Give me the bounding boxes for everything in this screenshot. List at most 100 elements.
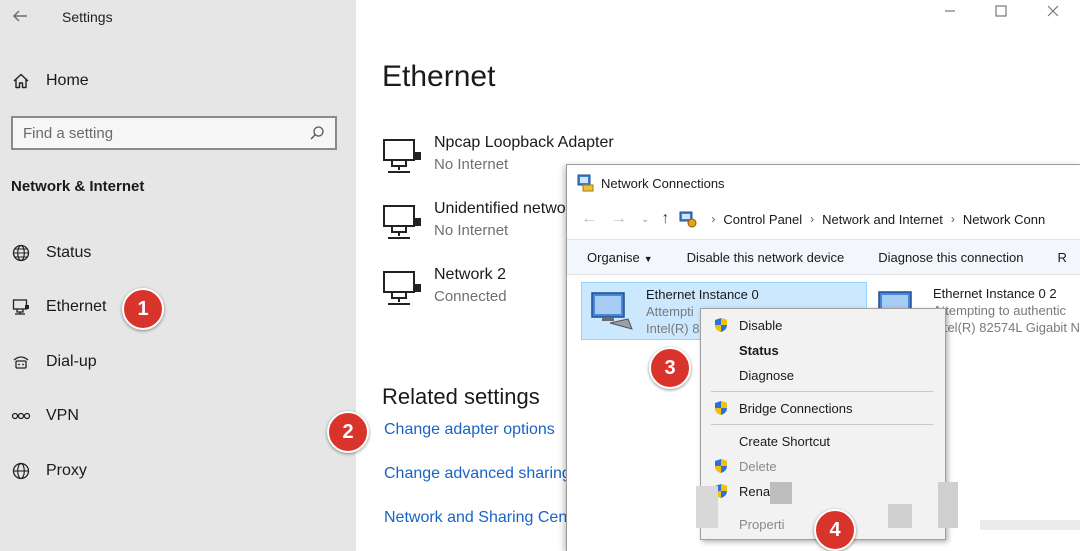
section-title: Network & Internet (11, 178, 145, 195)
network-connections-icon (577, 174, 595, 192)
nav-item-label: Proxy (46, 462, 87, 479)
adapter-name: Network 2 (434, 266, 507, 283)
menu-item-label: Rena (739, 483, 771, 499)
pixelation-block (696, 486, 718, 528)
adapter-status: No Internet (434, 222, 509, 239)
callout-badge-2: 2 (327, 411, 369, 453)
nc-window-title: Network Connections (601, 175, 725, 191)
uac-shield-icon (713, 458, 729, 474)
nav-item-label: Dial-up (46, 353, 97, 370)
caret-down-icon: ▼ (643, 253, 653, 264)
menu-item-bridge-connections[interactable]: Bridge Connections (701, 397, 945, 419)
nav-home-label: Home (46, 72, 89, 89)
home-icon (10, 70, 32, 92)
nav-up-icon[interactable]: ↑ (661, 210, 669, 228)
back-arrow-icon[interactable] (10, 6, 30, 26)
breadcrumb-control-panel[interactable]: Control Panel (723, 212, 802, 227)
uac-shield-icon (713, 400, 729, 416)
nav-home[interactable]: Home (10, 68, 89, 94)
close-button[interactable] (1043, 4, 1063, 24)
connection-status: Attempting to authentic (933, 303, 1066, 318)
organise-button[interactable]: Organise ▼ (587, 250, 653, 265)
diagnose-connection-button[interactable]: Diagnose this connection (878, 250, 1023, 265)
control-panel-icon (679, 210, 697, 228)
nc-address-bar: ← → ⌄ ↑ › Control Panel › Network and In… (567, 201, 1080, 237)
connection-device: Intel(R) 8 (646, 321, 700, 336)
disable-device-button[interactable]: Disable this network device (687, 250, 845, 265)
menu-item-label: Properti (739, 516, 785, 532)
globe-icon (10, 460, 32, 482)
ethernet-adapter-icon (382, 204, 424, 242)
nc-toolbar: Organise ▼ Disable this network device Di… (567, 239, 1080, 275)
change-advanced-sharing-link[interactable]: Change advanced sharing (384, 465, 571, 483)
network-adapter-icon (588, 289, 636, 333)
breadcrumb-chevron-icon: › (711, 212, 716, 226)
maximize-button[interactable] (991, 4, 1011, 24)
menu-item-label: Diagnose (739, 367, 794, 383)
recent-locations-icon[interactable]: ⌄ (641, 214, 649, 225)
page-title: Ethernet (382, 60, 496, 93)
ethernet-adapter-icon (382, 270, 424, 308)
connection-status: Attempti (646, 304, 694, 319)
nav-back-icon[interactable]: ← (581, 210, 597, 228)
pixelation-block (938, 482, 958, 528)
nav-item-label: Status (46, 244, 92, 261)
dialup-icon (10, 351, 32, 373)
pixelation-block (770, 482, 792, 504)
menu-item-diagnose[interactable]: Diagnose (701, 364, 945, 386)
vpn-icon (10, 405, 32, 427)
nav-item-vpn[interactable]: VPN (10, 403, 79, 429)
rename-button-truncated[interactable]: R (1057, 250, 1066, 265)
ethernet-icon (10, 296, 32, 318)
callout-badge-1: 1 (122, 288, 164, 330)
menu-item-label: Disable (739, 317, 783, 333)
connection-name: Ethernet Instance 0 (646, 287, 759, 302)
pixelation-block (888, 504, 912, 528)
search-setting-input[interactable]: Find a setting (11, 116, 337, 150)
connection-device: Intel(R) 82574L Gigabit N (933, 320, 1080, 335)
adapter-name: Unidentified netwo (434, 200, 566, 217)
ethernet-adapter-icon (382, 138, 424, 176)
pixelation-block (980, 520, 1080, 530)
menu-item-label: Create Shortcut (739, 433, 831, 449)
breadcrumb-network-internet[interactable]: Network and Internet (822, 212, 943, 227)
adapter-status: No Internet (434, 156, 509, 173)
nav-item-ethernet[interactable]: Ethernet (10, 294, 106, 320)
nav-item-dial-up[interactable]: Dial-up (10, 349, 97, 375)
adapter-name: Npcap Loopback Adapter (434, 134, 614, 151)
connection-name: Ethernet Instance 0 2 (933, 286, 1057, 301)
menu-item-delete[interactable]: Delete (701, 455, 945, 477)
organise-label: Organise (587, 249, 640, 265)
nav-forward-icon[interactable]: → (611, 210, 627, 228)
change-adapter-options-link[interactable]: Change adapter options (384, 421, 555, 439)
menu-item-create-shortcut[interactable]: Create Shortcut (701, 430, 945, 452)
app-title: Settings (62, 9, 113, 25)
menu-item-label: Bridge Connections (739, 400, 853, 416)
menu-item-status[interactable]: Status (701, 339, 945, 361)
menu-item-label: Delete (739, 458, 777, 474)
menu-item-rename[interactable]: Rena (701, 480, 945, 502)
nc-titlebar: Network Connections (567, 165, 1080, 201)
search-placeholder: Find a setting (23, 124, 114, 142)
callout-badge-4: 4 (814, 509, 856, 551)
nav-item-label: VPN (46, 407, 79, 424)
menu-separator (711, 391, 933, 392)
breadcrumb-chevron-icon: › (810, 212, 815, 226)
adapter-status: Connected (434, 288, 507, 305)
uac-shield-icon (713, 317, 729, 333)
globe-icon (10, 242, 32, 264)
search-icon (309, 125, 325, 141)
nav-item-label: Ethernet (46, 298, 107, 315)
network-sharing-center-link[interactable]: Network and Sharing Cent (384, 509, 572, 527)
breadcrumb-network-connections[interactable]: Network Conn (963, 212, 1045, 227)
related-settings-title: Related settings (382, 384, 540, 409)
menu-separator (711, 424, 933, 425)
breadcrumb-chevron-icon: › (950, 212, 955, 226)
settings-sidebar: Settings Home Find a setting Network & I… (0, 0, 356, 551)
menu-item-label: Status (739, 342, 779, 358)
minimize-button[interactable] (940, 4, 960, 24)
callout-badge-3: 3 (649, 347, 691, 389)
nav-item-proxy[interactable]: Proxy (10, 458, 87, 484)
menu-item-disable[interactable]: Disable (701, 314, 945, 336)
nav-item-status[interactable]: Status (10, 240, 91, 266)
